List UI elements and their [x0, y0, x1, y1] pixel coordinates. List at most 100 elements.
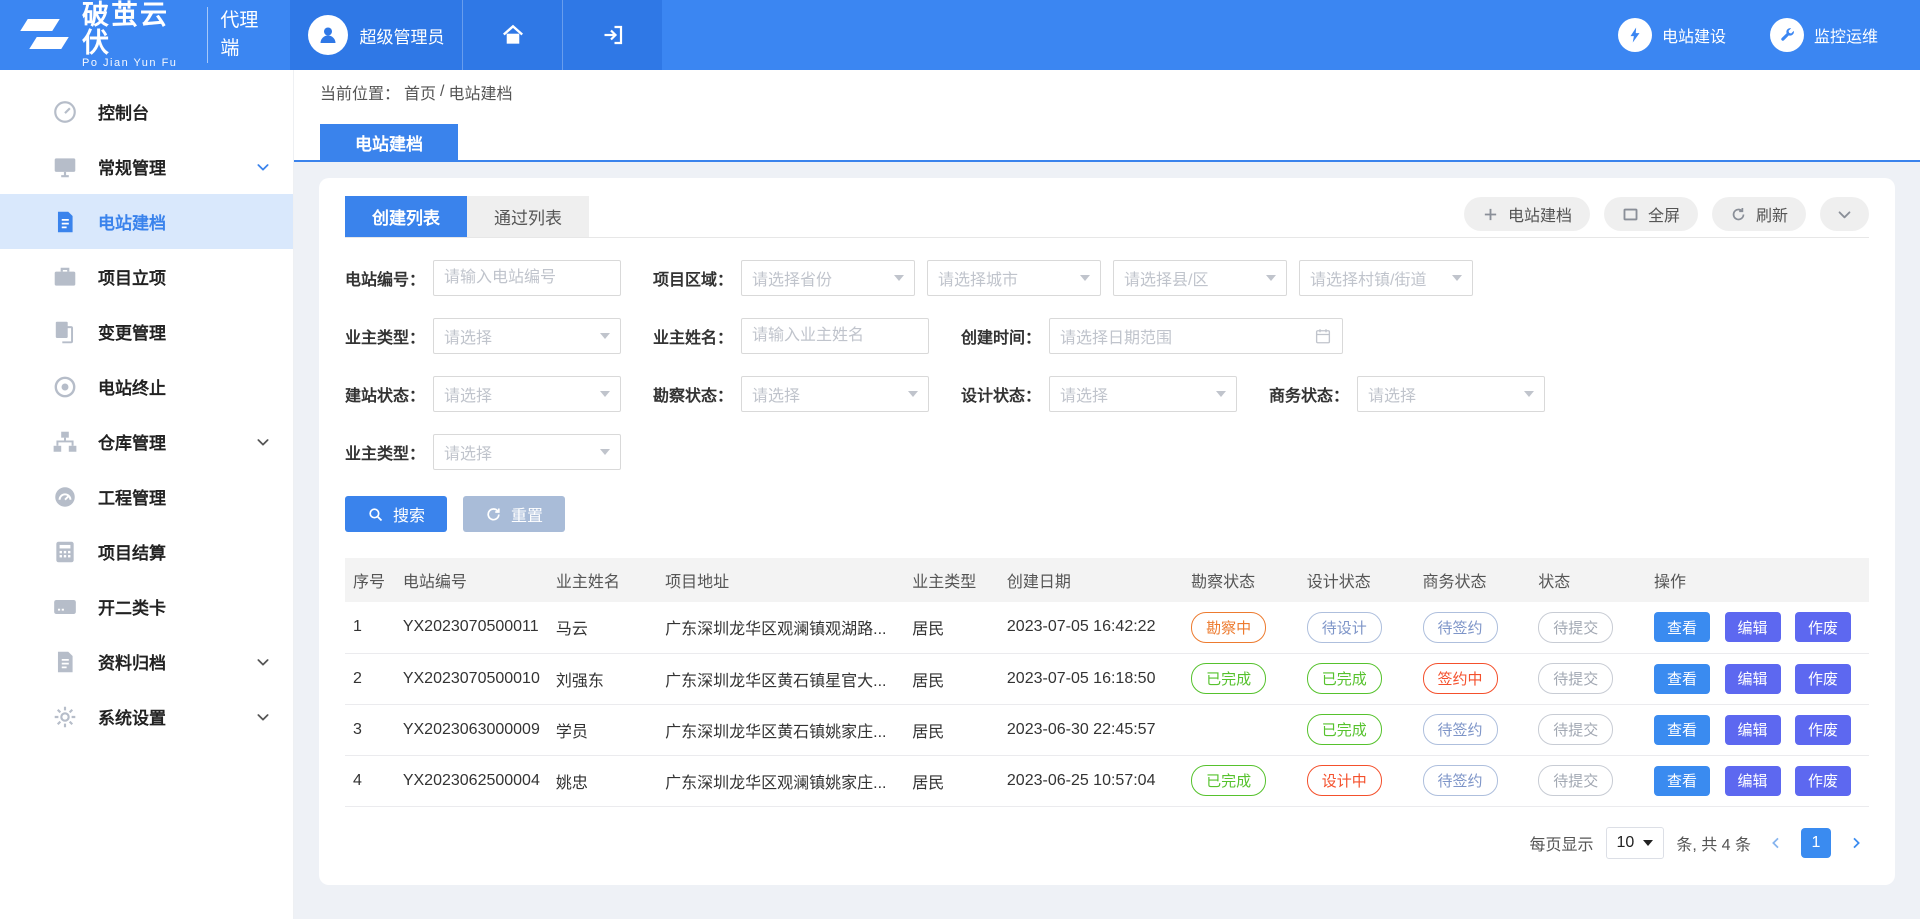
design-status-select[interactable]: 请选择 — [1049, 376, 1237, 412]
monitor-icon — [52, 154, 78, 180]
card-icon — [52, 594, 78, 620]
view-button[interactable]: 查看 — [1654, 715, 1710, 745]
edit-button[interactable]: 编辑 — [1725, 766, 1781, 796]
next-page-button[interactable] — [1843, 830, 1869, 856]
refresh-icon — [1730, 206, 1747, 223]
brand-name: 破茧云伏 — [82, 1, 195, 58]
copy-icon — [52, 319, 78, 345]
tab-passed-list[interactable]: 通过列表 — [467, 196, 589, 237]
refresh-button[interactable]: 刷新 — [1712, 197, 1806, 231]
calendar-icon — [1314, 327, 1332, 345]
void-button[interactable]: 作废 — [1795, 766, 1851, 796]
sidebar-item-open-type2-card[interactable]: 开二类卡 — [0, 579, 293, 634]
edit-button[interactable]: 编辑 — [1725, 715, 1781, 745]
owner-type-select[interactable]: 请选择 — [433, 318, 621, 354]
nav-station-build[interactable]: 电站建设 — [1618, 18, 1726, 52]
logout-button[interactable] — [562, 0, 662, 70]
void-button[interactable]: 作废 — [1795, 612, 1851, 642]
edit-button[interactable]: 编辑 — [1725, 664, 1781, 694]
breadcrumb: 当前位置： 首页 / 电站建档 — [294, 70, 1920, 114]
void-button[interactable]: 作废 — [1795, 715, 1851, 745]
user-menu[interactable]: 超级管理员 — [290, 0, 462, 70]
briefcase-icon — [52, 264, 78, 290]
build-status-select[interactable]: 请选择 — [433, 376, 621, 412]
owner-name-input[interactable] — [741, 318, 929, 354]
survey-status-badge: 勘察中 — [1191, 612, 1266, 643]
per-page-select[interactable]: 10 — [1606, 827, 1665, 859]
status-badge: 待提交 — [1538, 765, 1613, 796]
page-number-button[interactable]: 1 — [1801, 828, 1831, 858]
brand-logo-icon — [22, 13, 72, 57]
sidebar-item-change-mgmt[interactable]: 变更管理 — [0, 304, 293, 359]
view-button[interactable]: 查看 — [1654, 664, 1710, 694]
sidebar-item-project-initiation[interactable]: 项目立项 — [0, 249, 293, 304]
owner-type2-select[interactable]: 请选择 — [433, 434, 621, 470]
gear-icon — [52, 704, 78, 730]
province-select[interactable]: 请选择省份 — [741, 260, 915, 296]
region-label: 项目区域： — [653, 266, 741, 290]
date-range-input[interactable]: 请选择日期范围 — [1049, 318, 1343, 354]
business-status-badge: 待签约 — [1423, 612, 1498, 643]
caret-down-icon — [1266, 275, 1276, 281]
sidebar-item-system-settings[interactable]: 系统设置 — [0, 689, 293, 744]
caret-down-icon — [908, 391, 918, 397]
nav-monitor-ops[interactable]: 监控运维 — [1770, 18, 1878, 52]
business-status-select[interactable]: 请选择 — [1357, 376, 1545, 412]
sidebar-item-warehouse-mgmt[interactable]: 仓库管理 — [0, 414, 293, 469]
page-tab-station-archive[interactable]: 电站建档 — [320, 124, 458, 160]
home-button[interactable] — [462, 0, 562, 70]
chevron-down-icon — [255, 159, 271, 175]
view-button[interactable]: 查看 — [1654, 612, 1710, 642]
breadcrumb-prefix: 当前位置： — [320, 80, 400, 104]
search-button[interactable]: 搜索 — [345, 496, 447, 532]
stations-table: 序号 电站编号 业主姓名 项目地址 业主类型 创建日期 勘察状态 设计状态 商务… — [345, 558, 1869, 807]
sidebar-item-general-mgmt[interactable]: 常规管理 — [0, 139, 293, 194]
sidebar-item-project-settlement[interactable]: 项目结算 — [0, 524, 293, 579]
breadcrumb-home[interactable]: 首页 — [404, 80, 436, 104]
fullscreen-button[interactable]: 全屏 — [1604, 197, 1698, 231]
status-badge: 待提交 — [1538, 663, 1613, 694]
tab-create-list[interactable]: 创建列表 — [345, 196, 467, 237]
nav-station-build-label: 电站建设 — [1662, 23, 1726, 47]
bolt-icon — [1618, 18, 1652, 52]
void-button[interactable]: 作废 — [1795, 664, 1851, 694]
edit-button[interactable]: 编辑 — [1725, 612, 1781, 642]
sidebar-item-data-archive[interactable]: 资料归档 — [0, 634, 293, 689]
caret-down-icon — [600, 449, 610, 455]
table-row: 1 YX2023070500011 马云 广东深圳龙华区观澜镇观湖路... 居民… — [345, 602, 1869, 653]
brand-pinyin: Po Jian Yun Fu — [82, 57, 195, 69]
create-station-button[interactable]: 电站建档 — [1464, 197, 1590, 231]
view-button[interactable]: 查看 — [1654, 766, 1710, 796]
target-icon — [52, 374, 78, 400]
sidebar: 控制台 常规管理 电站建档 项目立项 变更管理 电站终止 仓库管理 — [0, 70, 294, 919]
logout-icon — [601, 23, 625, 47]
caret-down-icon — [894, 275, 904, 281]
station-code-input[interactable] — [433, 260, 621, 296]
town-select[interactable]: 请选择村镇/街道 — [1299, 260, 1473, 296]
city-select[interactable]: 请选择城市 — [927, 260, 1101, 296]
prev-page-button[interactable] — [1763, 830, 1789, 856]
business-status-badge: 待签约 — [1423, 714, 1498, 745]
list-tabs: 创建列表 通过列表 — [345, 196, 589, 237]
business-status-label: 商务状态： — [1269, 382, 1357, 406]
design-status-badge: 已完成 — [1307, 714, 1382, 745]
survey-status-select[interactable]: 请选择 — [741, 376, 929, 412]
reset-button[interactable]: 重置 — [463, 496, 565, 532]
survey-status-label: 勘察状态： — [653, 382, 741, 406]
sidebar-item-station-terminate[interactable]: 电站终止 — [0, 359, 293, 414]
collapse-button[interactable] — [1820, 197, 1869, 231]
sidebar-item-console[interactable]: 控制台 — [0, 84, 293, 139]
owner-name-label: 业主姓名： — [653, 324, 741, 348]
search-icon — [367, 506, 384, 523]
survey-status-badge: 已完成 — [1191, 663, 1266, 694]
topbar: 破茧云伏 Po Jian Yun Fu 代理端 超级管理员 电站建设 — [0, 0, 1920, 70]
caret-down-icon — [1080, 275, 1090, 281]
create-time-label: 创建时间： — [961, 324, 1049, 348]
table-row: 2 YX2023070500010 刘强东 广东深圳龙华区黄石镇星官大... 居… — [345, 653, 1869, 704]
design-status-badge: 设计中 — [1307, 765, 1382, 796]
sidebar-item-station-archive[interactable]: 电站建档 — [0, 194, 293, 249]
total-count-label: 条, 共 4 条 — [1676, 831, 1751, 855]
caret-down-icon — [600, 333, 610, 339]
county-select[interactable]: 请选择县/区 — [1113, 260, 1287, 296]
sidebar-item-engineering-mgmt[interactable]: 工程管理 — [0, 469, 293, 524]
